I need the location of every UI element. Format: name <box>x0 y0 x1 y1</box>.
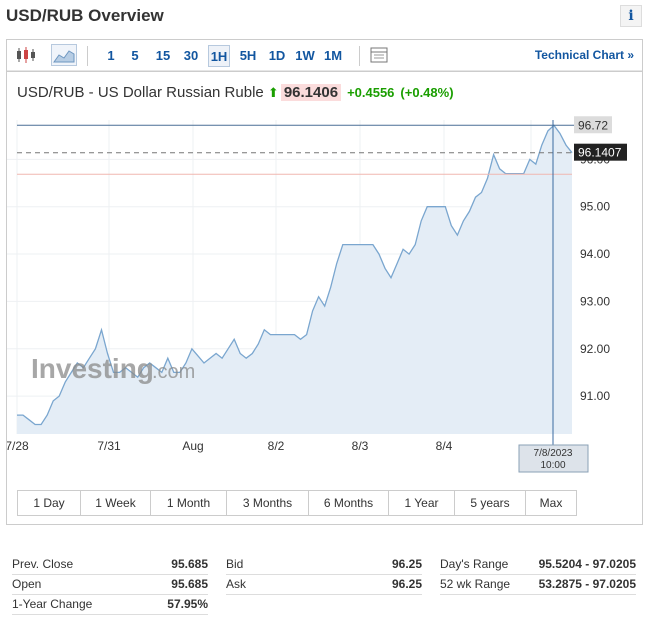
y-tick-label: 92.00 <box>580 342 610 356</box>
stat-value: 57.95% <box>167 597 208 611</box>
stat-value: 53.2875 - 97.0205 <box>538 577 636 591</box>
current-price-label: 96.1407 <box>578 146 622 160</box>
y-tick-label: 93.00 <box>580 294 610 308</box>
stat-row-bid: Bid 96.25 <box>226 555 422 575</box>
x-tick-label: 8/2 <box>268 439 285 453</box>
high-label: 96.72 <box>578 118 608 132</box>
stat-label: Open <box>12 577 42 591</box>
investing-watermark-suffix: .com <box>152 361 195 383</box>
investing-watermark: Investing <box>31 353 154 384</box>
stat-row-open: Open 95.685 <box>12 575 208 595</box>
range-max[interactable]: Max <box>526 491 576 515</box>
y-tick-label: 91.00 <box>580 389 610 403</box>
range-3-months[interactable]: 3 Months <box>227 491 309 515</box>
stat-value: 96.25 <box>391 557 422 571</box>
stat-value: 95.5204 - 97.0205 <box>538 557 636 571</box>
x-tick-label: 7/31 <box>97 439 121 453</box>
stat-label: 52 wk Range <box>440 577 511 591</box>
range-selector: 1 Day 1 Week 1 Month 3 Months 6 Months 1 Year… <box>17 490 577 516</box>
stat-label: Day's Range <box>440 557 509 571</box>
crosshair-date: 7/8/2023 <box>534 448 573 459</box>
x-tick-label: 7/28 <box>7 439 29 453</box>
y-tick-label: 94.00 <box>580 247 610 261</box>
x-tick-label: Aug <box>182 439 203 453</box>
range-5-years[interactable]: 5 years <box>455 491 526 515</box>
stat-row-prev-close: Prev. Close 95.685 <box>12 555 208 575</box>
stat-label: Prev. Close <box>12 557 74 571</box>
range-1-month[interactable]: 1 Month <box>151 491 227 515</box>
stat-value: 95.685 <box>171 557 208 571</box>
stat-row-ask: Ask 96.25 <box>226 575 422 595</box>
page-title: USD/RUB Overview <box>6 6 164 25</box>
range-6-months[interactable]: 6 Months <box>309 491 389 515</box>
x-tick-label: 8/3 <box>352 439 369 453</box>
range-1-day[interactable]: 1 Day <box>18 491 81 515</box>
range-1-week[interactable]: 1 Week <box>81 491 151 515</box>
stat-value: 96.25 <box>391 577 422 591</box>
x-tick-label: 8/4 <box>436 439 453 453</box>
price-chart[interactable]: 91.0092.0093.0094.0095.0096.0096.7296.14… <box>7 40 642 485</box>
chart-panel: 1 5 15 30 1H 5H 1D 1W 1M Technical Chart » USD/R… <box>6 39 643 525</box>
y-tick-label: 95.00 <box>580 200 610 214</box>
stat-row-day-s-range: Day's Range 95.5204 - 97.0205 <box>440 555 636 575</box>
stat-label: 1-Year Change <box>12 597 93 611</box>
crosshair-time: 10:00 <box>540 460 565 471</box>
stat-label: Bid <box>226 557 244 571</box>
stat-label: Ask <box>226 577 247 591</box>
range-1-year[interactable]: 1 Year <box>389 491 455 515</box>
info-button[interactable]: i <box>620 5 642 27</box>
stat-value: 95.685 <box>171 577 208 591</box>
stat-row-1-year-change: 1-Year Change 57.95% <box>12 595 208 615</box>
stat-row-52-wk-range: 52 wk Range 53.2875 - 97.0205 <box>440 575 636 595</box>
